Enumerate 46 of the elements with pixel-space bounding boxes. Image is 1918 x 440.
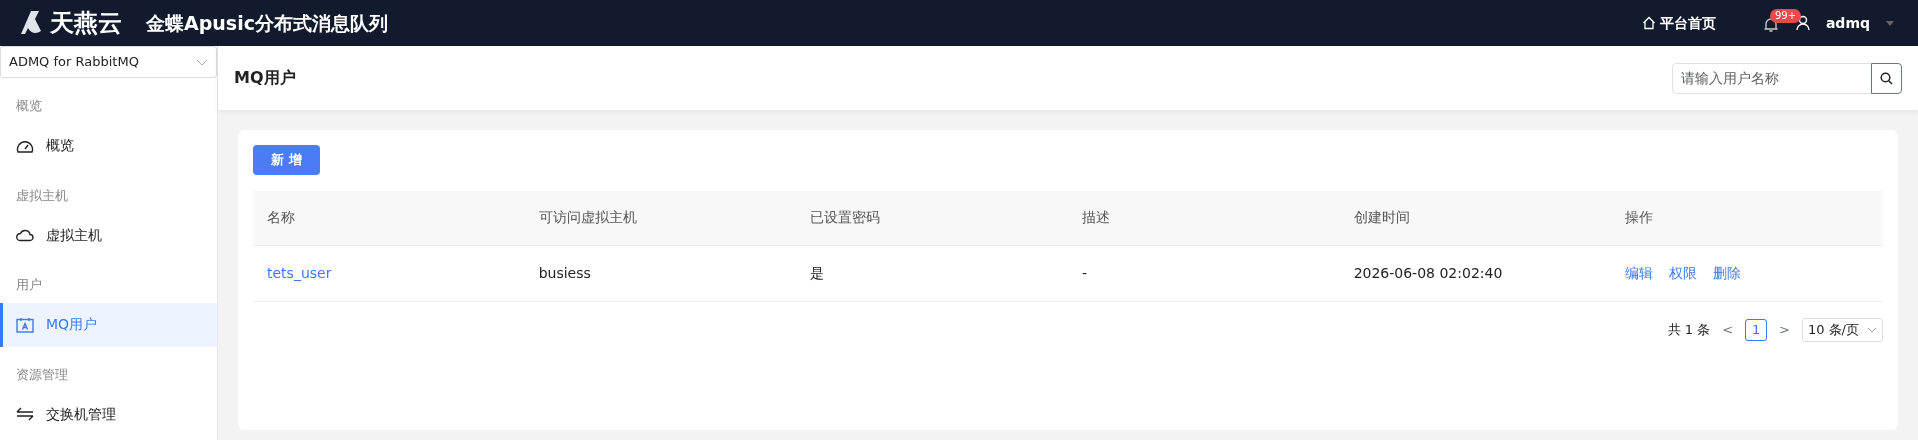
sidebar-item[interactable]: 概览	[0, 123, 217, 168]
user-card-icon	[16, 316, 34, 333]
prev-page-button[interactable]: <	[1718, 319, 1738, 340]
home-icon	[1641, 16, 1656, 30]
product-selector[interactable]: ADMQ for RabbitMQ	[0, 46, 217, 78]
user-name-link[interactable]: tets_user	[267, 264, 332, 281]
username[interactable]: admq	[1825, 12, 1870, 34]
notification-badge: 99+	[1769, 9, 1802, 23]
menu-group-label: 资源管理	[15, 365, 69, 384]
sidebar-item[interactable]: MQ用户	[0, 302, 217, 347]
column-header: 描述	[1067, 191, 1340, 245]
sidebar-item[interactable]: 虚拟主机	[0, 213, 217, 257]
total-count: 共 1 条	[1667, 320, 1711, 339]
menu-group-label: 虚拟主机	[15, 186, 69, 205]
table-cell: 是	[796, 245, 1068, 301]
user-icon	[1795, 15, 1810, 31]
home-link[interactable]: 平台首页	[1641, 12, 1716, 34]
search-button[interactable]	[1871, 62, 1902, 94]
next-page-button[interactable]: >	[1775, 319, 1794, 340]
cloud-icon	[16, 228, 34, 242]
chevron-down-icon	[196, 58, 208, 66]
brand-name: 天燕云	[50, 8, 122, 39]
page-title: MQ用户	[234, 67, 296, 89]
column-header: 创建时间	[1339, 191, 1612, 245]
column-header: 已设置密码	[796, 191, 1068, 245]
page-size-select[interactable]: 10 条/页	[1801, 317, 1883, 342]
chevron-down-icon	[1867, 326, 1877, 333]
action-link[interactable]: 编辑	[1625, 262, 1654, 284]
menu-group-label: 概览	[15, 97, 43, 115]
column-header: 名称	[253, 191, 525, 245]
search-icon	[1880, 72, 1893, 85]
table-cell: -	[1067, 245, 1340, 301]
add-button[interactable]: 新 增	[253, 145, 320, 175]
page-button[interactable]: 1	[1745, 318, 1768, 341]
exchange-icon	[16, 407, 34, 421]
menu-group-label: 用户	[15, 276, 43, 294]
column-header: 可访问虚拟主机	[524, 191, 797, 245]
caret-icon[interactable]	[1886, 20, 1894, 26]
product-title: 金蝶Apusic分布式消息队列	[146, 10, 388, 36]
table-cell: 2026-06-08 02:02:40	[1339, 245, 1612, 301]
action-link[interactable]: 删除	[1713, 262, 1742, 284]
sidebar-item[interactable]: 交换机管理	[0, 392, 217, 436]
table-cell: busiess	[524, 245, 797, 301]
action-link[interactable]: 权限	[1669, 262, 1698, 284]
search-field[interactable]: 请输入用户名称	[1672, 62, 1872, 94]
column-header: 操作	[1611, 191, 1883, 245]
